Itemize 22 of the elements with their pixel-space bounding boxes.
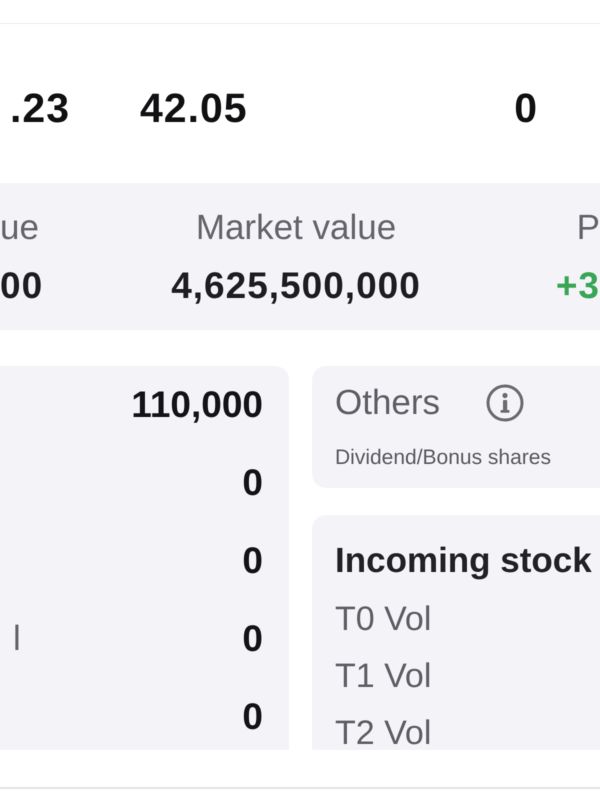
row-label: T2 Vol (335, 716, 432, 750)
stat-value: 4,625,500,000 (171, 264, 421, 308)
row-value: 0 (242, 617, 263, 661)
row-label: l (13, 618, 21, 660)
stat-value: +3 (556, 264, 600, 308)
card-title: Incoming stock (335, 543, 593, 579)
info-icon[interactable] (486, 384, 524, 422)
row-value: 110,000 (131, 383, 263, 427)
stat-label: P (576, 207, 600, 249)
card-title: Others (335, 382, 440, 424)
stat-value: 0 (514, 84, 538, 133)
stat-value: 42.05 (140, 84, 248, 133)
card-subtitle: Dividend/Bonus shares (335, 445, 552, 470)
row-value: 0 (242, 461, 263, 505)
row-value: 0 (242, 539, 263, 583)
stat-label: Market value (196, 207, 396, 249)
row-label: T1 Vol (335, 659, 432, 693)
stat-value: .23 (10, 84, 70, 133)
stat-value: 00 (0, 264, 44, 308)
row-label: T0 Vol (335, 602, 432, 636)
stat-label: ue (0, 207, 39, 249)
row-value: 0 (242, 695, 263, 739)
